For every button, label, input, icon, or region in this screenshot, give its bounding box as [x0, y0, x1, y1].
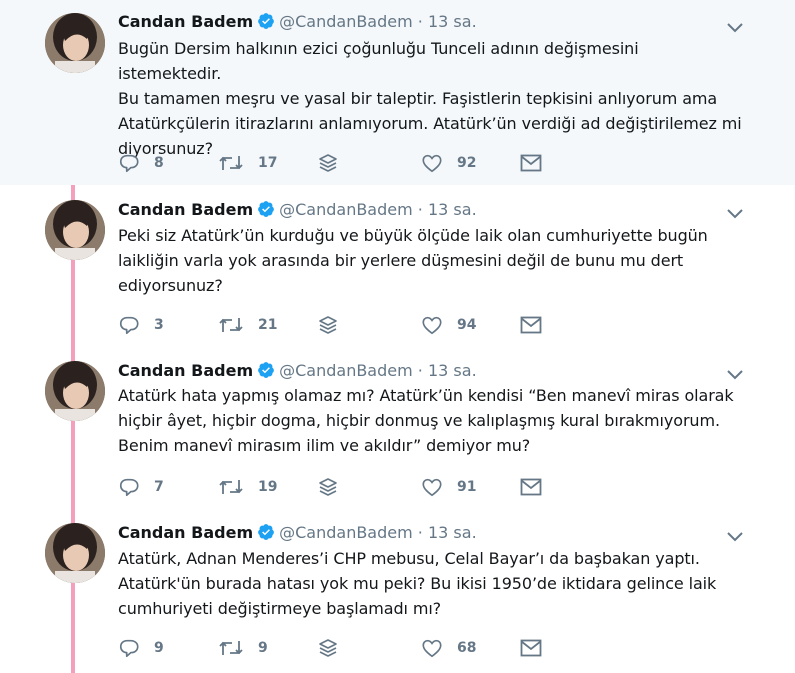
stack-button[interactable] [318, 313, 352, 337]
tweet-header: Candan Badem @CandanBadem · 13 sa. [118, 200, 477, 223]
stack-button[interactable] [318, 475, 352, 499]
chevron-down-icon[interactable] [726, 365, 744, 383]
tweet-header: Candan Badem @CandanBadem · 13 sa. [118, 12, 477, 35]
tweet-actions: 7 19 91 [118, 475, 578, 499]
retweet-button[interactable]: 17 [218, 151, 277, 175]
reply-button[interactable]: 9 [118, 636, 164, 660]
verified-badge-icon [257, 361, 275, 384]
stack-icon [319, 316, 337, 334]
heart-icon [422, 639, 442, 658]
envelope-icon [520, 154, 542, 172]
avatar[interactable] [45, 523, 105, 583]
tweet-text: Atatürk, Adnan Menderes’i CHP mebusu, Ce… [118, 549, 717, 618]
retweet-button[interactable]: 9 [218, 636, 268, 660]
direct-message-button[interactable] [520, 151, 556, 175]
tweet[interactable]: Candan Badem @CandanBadem · 13 sa. Atatür… [0, 347, 795, 509]
author-name[interactable]: Candan Badem [118, 12, 253, 31]
avatar[interactable] [45, 200, 105, 260]
author-handle[interactable]: @CandanBadem [279, 200, 413, 219]
like-button[interactable]: 92 [421, 151, 476, 175]
like-button[interactable]: 91 [421, 475, 476, 499]
stack-button[interactable] [318, 636, 352, 660]
reply-count: 7 [154, 479, 164, 495]
retweet-icon [219, 641, 243, 655]
stack-icon [319, 478, 337, 496]
retweet-count: 9 [258, 640, 268, 656]
retweet-button[interactable]: 19 [218, 475, 277, 499]
envelope-icon [520, 316, 542, 334]
stack-icon [319, 639, 337, 657]
author-handle[interactable]: @CandanBadem [279, 523, 413, 542]
reply-button[interactable]: 3 [118, 313, 164, 337]
timestamp[interactable]: 13 sa. [428, 523, 477, 542]
envelope-icon [520, 639, 542, 657]
like-count: 94 [457, 317, 477, 333]
tweet-actions: 8 17 92 [118, 151, 578, 175]
stack-icon [319, 154, 337, 172]
verified-badge-icon [257, 523, 275, 546]
tweet-actions: 9 9 68 [118, 636, 578, 660]
tweet[interactable]: Candan Badem @CandanBadem · 13 sa. Bugün … [0, 0, 795, 185]
retweet-icon [219, 156, 243, 170]
reply-icon [119, 478, 139, 497]
avatar[interactable] [45, 13, 105, 73]
reply-button[interactable]: 7 [118, 475, 164, 499]
retweet-button[interactable]: 21 [218, 313, 277, 337]
author-name[interactable]: Candan Badem [118, 361, 253, 380]
verified-badge-icon [257, 12, 275, 35]
envelope-icon [520, 478, 542, 496]
chevron-down-icon[interactable] [726, 204, 744, 222]
retweet-icon [219, 318, 243, 332]
retweet-count: 17 [258, 155, 278, 171]
stack-button[interactable] [318, 151, 352, 175]
tweet-text: Bugün Dersim halkının ezici çoğunluğu Tu… [118, 39, 742, 158]
direct-message-button[interactable] [520, 636, 556, 660]
author-name[interactable]: Candan Badem [118, 200, 253, 219]
tweet[interactable]: Candan Badem @CandanBadem · 13 sa. Peki s… [0, 185, 795, 347]
timestamp[interactable]: 13 sa. [428, 361, 477, 380]
tweet-text: Peki siz Atatürk’ün kurduğu ve büyük ölç… [118, 226, 708, 295]
reply-icon [119, 316, 139, 335]
retweet-icon [219, 480, 243, 494]
reply-count: 9 [154, 640, 164, 656]
tweet-header: Candan Badem @CandanBadem · 13 sa. [118, 361, 477, 384]
timestamp[interactable]: 13 sa. [428, 12, 477, 31]
heart-icon [422, 316, 442, 335]
chevron-down-icon[interactable] [726, 18, 744, 36]
tweet[interactable]: Candan Badem @CandanBadem · 13 sa. Atatür… [0, 509, 795, 673]
author-name[interactable]: Candan Badem [118, 523, 253, 542]
like-count: 91 [457, 479, 477, 495]
direct-message-button[interactable] [520, 313, 556, 337]
tweet-text: Atatürk hata yapmış olamaz mı? Atatürk’ü… [118, 386, 734, 455]
verified-badge-icon [257, 200, 275, 223]
tweet-actions: 3 21 94 [118, 313, 578, 337]
timestamp[interactable]: 13 sa. [428, 200, 477, 219]
retweet-count: 19 [258, 479, 278, 495]
reply-count: 3 [154, 317, 164, 333]
like-count: 68 [457, 640, 477, 656]
like-button[interactable]: 68 [421, 636, 476, 660]
reply-icon [119, 154, 139, 173]
author-handle[interactable]: @CandanBadem [279, 361, 413, 380]
retweet-count: 21 [258, 317, 278, 333]
avatar[interactable] [45, 361, 105, 421]
like-count: 92 [457, 155, 477, 171]
like-button[interactable]: 94 [421, 313, 476, 337]
direct-message-button[interactable] [520, 475, 556, 499]
chevron-down-icon[interactable] [726, 527, 744, 545]
reply-count: 8 [154, 155, 164, 171]
tweet-header: Candan Badem @CandanBadem · 13 sa. [118, 523, 477, 546]
reply-button[interactable]: 8 [118, 151, 164, 175]
reply-icon [119, 639, 139, 658]
heart-icon [422, 154, 442, 173]
author-handle[interactable]: @CandanBadem [279, 12, 413, 31]
heart-icon [422, 478, 442, 497]
